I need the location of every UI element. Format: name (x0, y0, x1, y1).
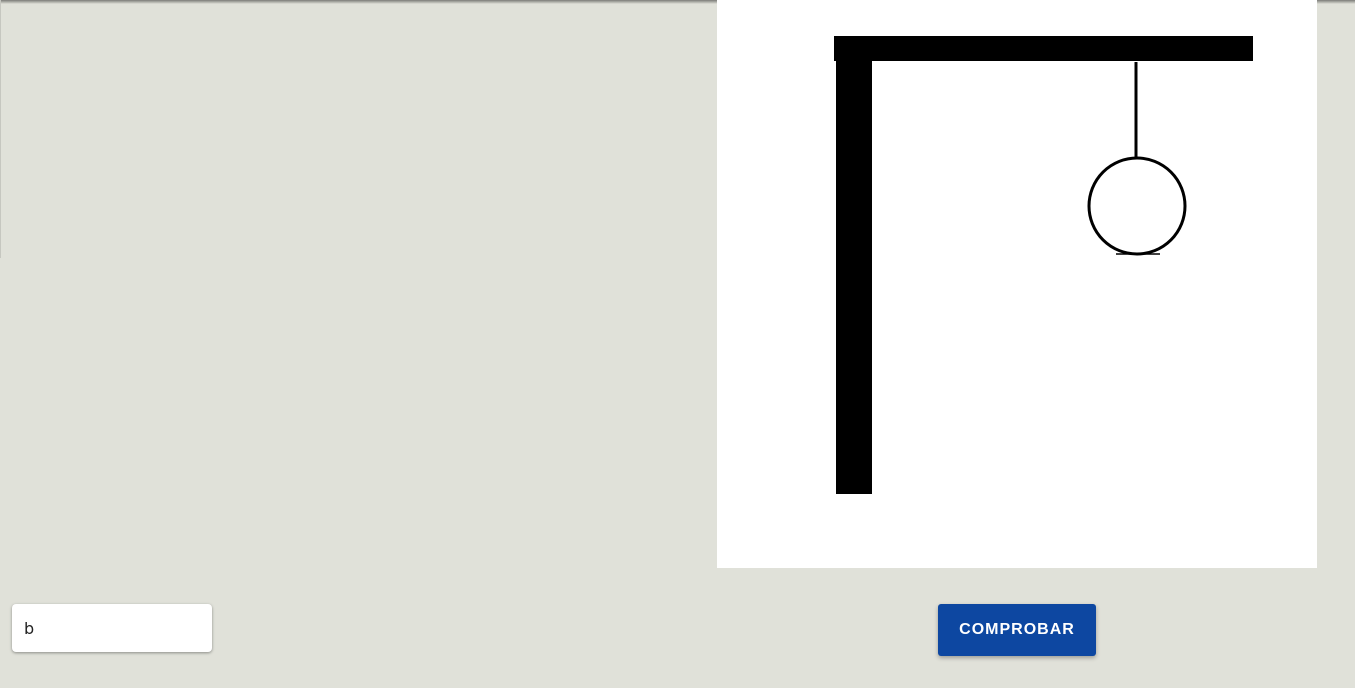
gallows-post (836, 36, 872, 494)
gallows-beam (834, 36, 1253, 61)
hangman-head (1087, 156, 1187, 256)
hangman-game-page: COMPROBAR (0, 0, 1355, 688)
left-edge-divider (0, 0, 1, 258)
check-button[interactable]: COMPROBAR (938, 604, 1096, 656)
hangman-drawing-canvas (717, 0, 1317, 568)
letter-guess-input[interactable] (12, 604, 212, 652)
hangman-drawing (834, 36, 1253, 494)
